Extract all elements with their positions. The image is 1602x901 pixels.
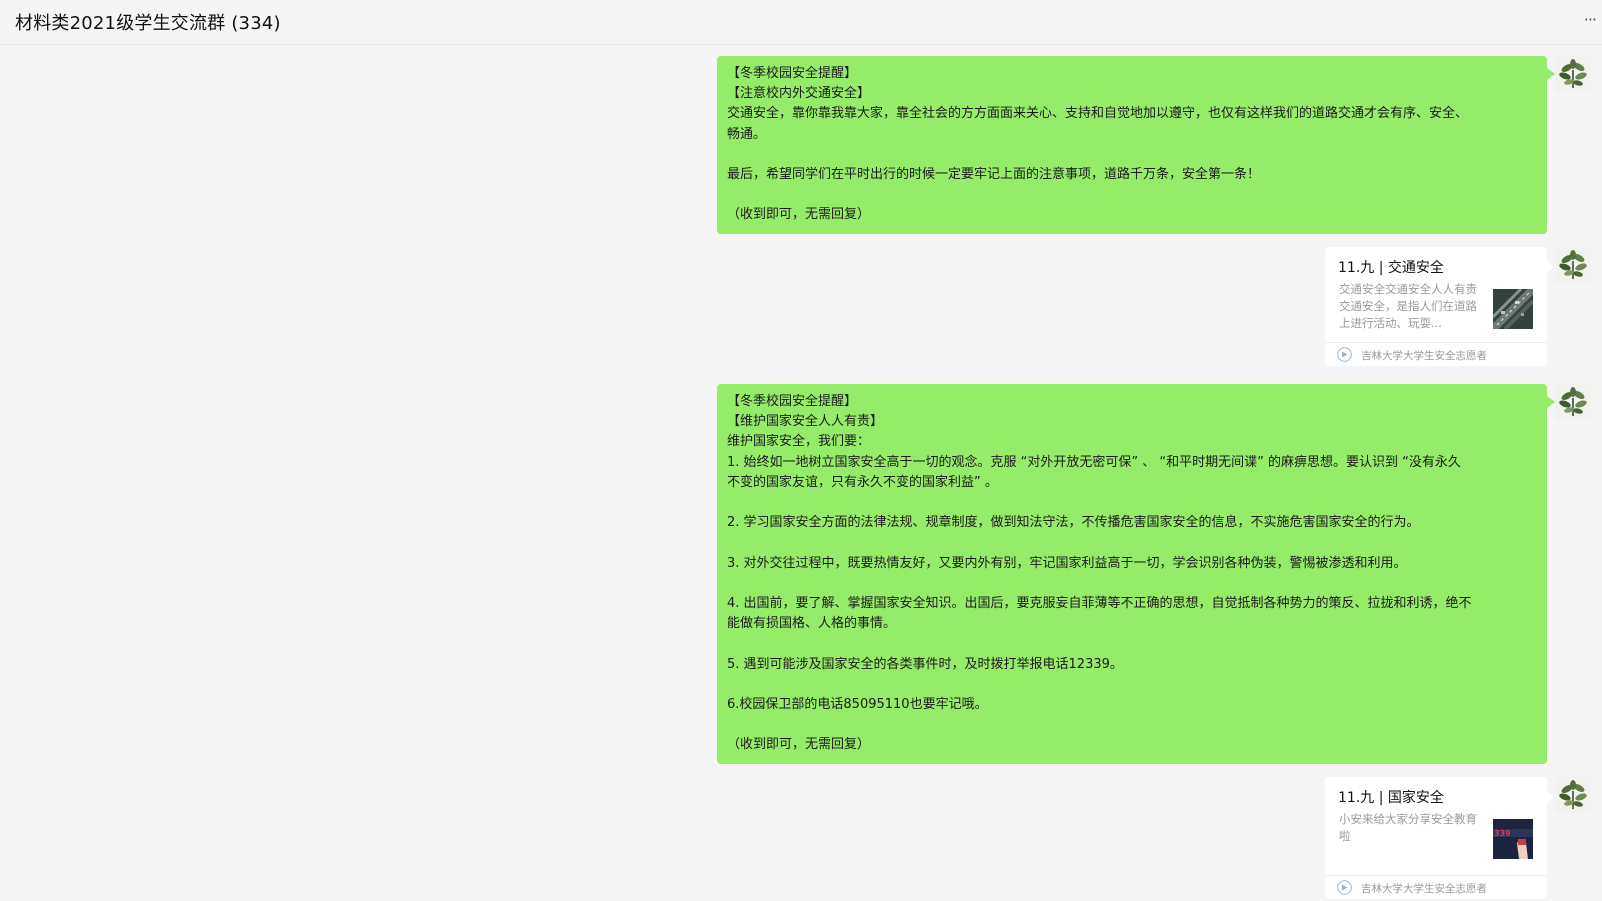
message-line: 2. 学习国家安全方面的法律法规、规章制度，做到知法守法，不传播危害国家安全的信… xyxy=(727,515,1420,531)
message-line: 【冬季校园安全提醒】 xyxy=(727,66,858,81)
account-logo-icon xyxy=(1337,880,1352,895)
plant-avatar-icon xyxy=(1555,384,1591,420)
plant-avatar-icon xyxy=(1555,56,1591,92)
message-line: 【冬季校园安全提醒】 xyxy=(727,394,858,409)
plant-avatar-icon xyxy=(1555,777,1591,813)
article-card[interactable]: 11.九 | 交通安全 交通安全交通安全人人有责交通安全，是指人们在道路上进行活… xyxy=(1325,247,1554,366)
more-options-icon[interactable]: ··· xyxy=(1584,10,1597,29)
message-line xyxy=(727,634,1537,654)
article-source-bar: 吉林大学大学生安全志愿者 xyxy=(1325,875,1547,899)
message-line xyxy=(727,574,1537,594)
message-line xyxy=(727,675,1537,695)
article-source-bar: 吉林大学大学生安全志愿者 xyxy=(1325,342,1547,366)
svg-text:339: 339 xyxy=(1494,829,1511,838)
avatar[interactable] xyxy=(1555,56,1591,92)
article-card[interactable]: 11.九 | 国家安全 小安来给大家分享安全教育啦 339 吉林大学大学生安全志… xyxy=(1325,777,1554,899)
avatar[interactable] xyxy=(1555,384,1591,420)
plant-avatar-icon xyxy=(1555,247,1591,283)
12339-hotline-thumbnail-icon: 339 xyxy=(1493,819,1533,859)
message-line: 能做有损国格、人格的事情。 xyxy=(727,616,897,632)
article-description: 小安来给大家分享安全教育啦 xyxy=(1339,812,1477,843)
message-line: 1. 始终如一地树立国家安全高于一切的观念。克服 “对外开放无密可保” 、 “和… xyxy=(727,454,1461,470)
chat-title: 材料类2021级学生交流群 (334) xyxy=(15,13,281,34)
message-line: （收到即可，无需回复） xyxy=(727,207,871,223)
message-line xyxy=(727,145,1537,165)
message-bubble[interactable]: 【冬季校园安全提醒】【维护国家安全人人有责】 维护国家安全，我们要： 1. 始终如一… xyxy=(717,384,1555,764)
article-title: 11.九 | 国家安全 xyxy=(1338,790,1444,806)
message-line: 4. 出国前，要了解、掌握国家安全知识。出国后，要克服妄自菲薄等不正确的思想，自… xyxy=(727,595,1472,611)
message-line: 【注意校内外交通安全】 xyxy=(727,86,871,102)
message-line xyxy=(727,493,1537,513)
avatar[interactable] xyxy=(1555,777,1591,813)
message-line: 维护国家安全，我们要： xyxy=(727,434,871,450)
message-line: 畅通。 xyxy=(727,126,767,142)
avatar[interactable] xyxy=(1555,247,1591,283)
article-source: 吉林大学大学生安全志愿者 xyxy=(1361,883,1487,895)
message-line: 最后，希望同学们在平时出行的时候一定要牢记上面的注意事项，道路千万条，安全第一条… xyxy=(727,167,1261,182)
article-description: 交通安全交通安全人人有责交通安全，是指人们在道路上进行活动、玩耍... xyxy=(1339,282,1477,330)
message-line xyxy=(727,185,1537,205)
message-line: 不变的国家友谊，只有永久不变的国家利益” 。 xyxy=(727,474,998,490)
article-source: 吉林大学大学生安全志愿者 xyxy=(1361,350,1487,362)
chat-header: 材料类2021级学生交流群 (334) ··· xyxy=(0,0,1602,45)
message-line xyxy=(727,715,1537,735)
message-line xyxy=(727,533,1537,553)
message-line: 6.校园保卫部的电话85095110也要牢记哦。 xyxy=(727,696,988,712)
message-line: 3. 对外交往过程中，既要热情友好，又要内外有别，牢记国家利益高于一切，学会识别… xyxy=(727,555,1407,571)
message-line: 交通安全，靠你靠我靠大家，靠全社会的方方面面来关心、支持和自觉地加以遵守，也仅有… xyxy=(727,106,1469,122)
article-title: 11.九 | 交通安全 xyxy=(1338,260,1444,276)
traffic-road-thumbnail-icon xyxy=(1493,289,1533,329)
message-line: 5. 遇到可能涉及国家安全的各类事件时，及时拨打举报电话12339。 xyxy=(727,656,1123,672)
message-line: 【维护国家安全人人有责】 xyxy=(727,414,884,430)
message-line: （收到即可，无需回复） xyxy=(727,737,871,753)
message-bubble[interactable]: 【冬季校园安全提醒】 【注意校内外交通安全】交通安全，靠你靠我靠大家，靠全社会的方… xyxy=(717,56,1555,234)
account-logo-icon xyxy=(1337,347,1352,362)
